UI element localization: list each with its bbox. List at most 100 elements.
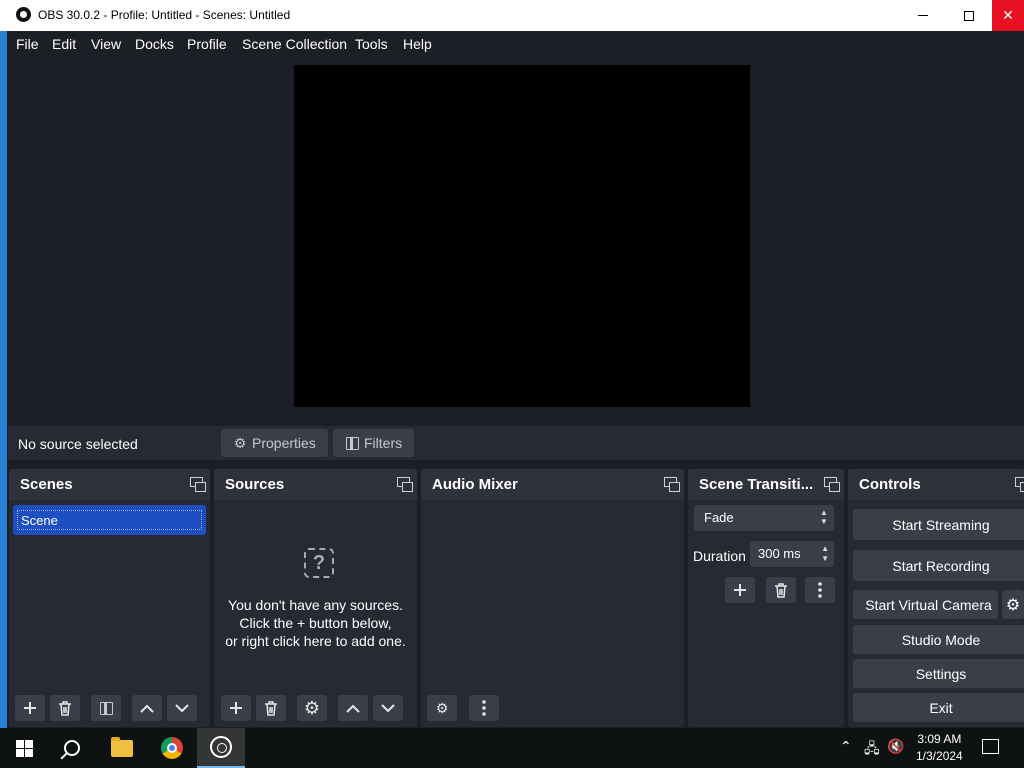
start-button[interactable] [0, 728, 48, 768]
remove-transition-button[interactable] [766, 577, 796, 603]
duration-label: Duration [693, 548, 746, 564]
maximize-button[interactable] [946, 0, 992, 31]
add-source-button[interactable] [221, 695, 251, 721]
question-mark-icon: ? [304, 548, 334, 578]
search-button[interactable] [48, 728, 96, 768]
volume-muted-icon[interactable]: 🔇 [887, 738, 904, 755]
minimize-button[interactable] [900, 0, 946, 31]
search-icon [64, 740, 80, 756]
menu-help[interactable]: Help [403, 36, 432, 52]
audio-mixer-dock: Audio Mixer ⚙ [421, 469, 684, 727]
gears-icon: ⚙ [435, 699, 449, 716]
preview-canvas[interactable] [294, 65, 750, 407]
chrome-button[interactable] [148, 728, 196, 768]
chevron-up-icon [346, 704, 360, 713]
filters-button[interactable]: Filters [333, 429, 415, 457]
undock-icon[interactable] [190, 477, 206, 492]
virtual-camera-settings-button[interactable]: ⚙ [1002, 590, 1024, 619]
properties-label: Properties [252, 435, 316, 451]
updown-arrows-icon: ▲ ▼ [820, 508, 828, 526]
start-virtual-camera-button[interactable]: Start Virtual Camera [853, 590, 998, 619]
minimize-icon [918, 15, 928, 16]
obs-taskbar-button[interactable] [197, 728, 245, 768]
transition-selected-value: Fade [704, 510, 734, 525]
close-button[interactable]: ✕ [992, 0, 1024, 31]
studio-mode-button[interactable]: Studio Mode [853, 625, 1024, 654]
menu-profile[interactable]: Profile [187, 36, 227, 52]
menu-scene-collection[interactable]: Scene Collection [242, 36, 347, 52]
network-icon[interactable]: 🖧 [864, 738, 880, 762]
file-explorer-button[interactable] [98, 728, 146, 768]
clock-time: 3:09 AM [917, 732, 962, 746]
duration-value: 300 ms [758, 546, 801, 561]
exit-button[interactable]: Exit [853, 693, 1024, 722]
filters-label: Filters [364, 435, 403, 451]
gear-icon: ⚙ [233, 434, 247, 451]
menu-bar: File Edit View Docks Profile Scene Colle… [7, 31, 1024, 56]
clock-date: 1/3/2024 [916, 749, 963, 763]
audio-mixer-dock-header: Audio Mixer [421, 469, 684, 500]
scene-name: Scene [17, 510, 202, 530]
undock-icon[interactable] [397, 477, 413, 492]
transition-properties-button[interactable] [805, 577, 835, 603]
sources-empty-line3: or right click here to add one. [225, 633, 406, 649]
chrome-icon [161, 737, 183, 759]
system-clock[interactable]: 3:09 AM 1/3/2024 [916, 731, 963, 765]
controls-dock-title: Controls [859, 476, 921, 493]
controls-dock-header: Controls [848, 469, 1024, 500]
scenes-dock-title: Scenes [20, 476, 73, 493]
virtual-camera-label: Start Virtual Camera [865, 596, 992, 613]
sources-dock-title: Sources [225, 476, 285, 493]
filters-icon [345, 436, 359, 450]
plus-icon [230, 702, 242, 714]
remove-source-button[interactable] [256, 695, 286, 721]
transitions-dock-title: Scene Transiti... [699, 476, 814, 493]
more-vertical-icon [482, 700, 486, 716]
sources-empty-line1: You don't have any sources. [228, 597, 403, 613]
source-status: No source selected [18, 436, 138, 452]
menu-tools[interactable]: Tools [355, 36, 388, 52]
folder-icon [111, 736, 133, 757]
scenes-dock-header: Scenes [9, 469, 210, 500]
move-source-down-button[interactable] [373, 695, 403, 721]
move-source-up-button[interactable] [338, 695, 368, 721]
scene-list-item[interactable]: Scene [13, 505, 206, 535]
menu-view[interactable]: View [91, 36, 121, 52]
audio-mixer-menu-button[interactable] [469, 695, 499, 721]
gear-icon: ⚙ [303, 697, 321, 718]
start-recording-button[interactable]: Start Recording [853, 550, 1024, 581]
scene-filters-button[interactable] [91, 695, 121, 721]
scenes-dock: Scenes Scene [9, 469, 210, 727]
remove-scene-button[interactable] [50, 695, 80, 721]
menu-docks[interactable]: Docks [135, 36, 174, 52]
undock-icon[interactable] [664, 477, 680, 492]
duration-spinbox[interactable]: 300 ms ▲ ▼ [750, 541, 834, 567]
advanced-audio-properties-button[interactable]: ⚙ [427, 695, 457, 721]
undock-icon[interactable] [824, 477, 840, 492]
move-scene-down-button[interactable] [167, 695, 197, 721]
menu-edit[interactable]: Edit [52, 36, 76, 52]
obs-app-icon [16, 7, 31, 22]
trash-icon [265, 700, 277, 716]
properties-button[interactable]: ⚙ Properties [221, 429, 328, 457]
spin-arrows-icon[interactable]: ▲ ▼ [821, 544, 829, 564]
source-properties-button[interactable]: ⚙ [297, 695, 327, 721]
notifications-icon[interactable] [982, 739, 999, 754]
obs-main-window: File Edit View Docks Profile Scene Colle… [0, 31, 1024, 728]
window-title: OBS 30.0.2 - Profile: Untitled - Scenes:… [38, 8, 291, 22]
start-streaming-button[interactable]: Start Streaming [853, 509, 1024, 540]
plus-icon [24, 702, 36, 714]
undock-icon[interactable] [1015, 477, 1024, 492]
settings-button[interactable]: Settings [853, 659, 1024, 688]
add-scene-button[interactable] [15, 695, 45, 721]
more-vertical-icon [818, 582, 822, 598]
gear-icon: ⚙ [1005, 596, 1021, 614]
transition-select[interactable]: Fade ▲ ▼ [694, 505, 834, 531]
move-scene-up-button[interactable] [132, 695, 162, 721]
chevron-up-icon[interactable]: ⌃ [840, 738, 852, 755]
trash-icon [775, 582, 787, 598]
menu-file[interactable]: File [16, 36, 39, 52]
filters-icon [99, 701, 113, 715]
add-transition-button[interactable] [725, 577, 755, 603]
window-accent-strip [0, 31, 7, 728]
